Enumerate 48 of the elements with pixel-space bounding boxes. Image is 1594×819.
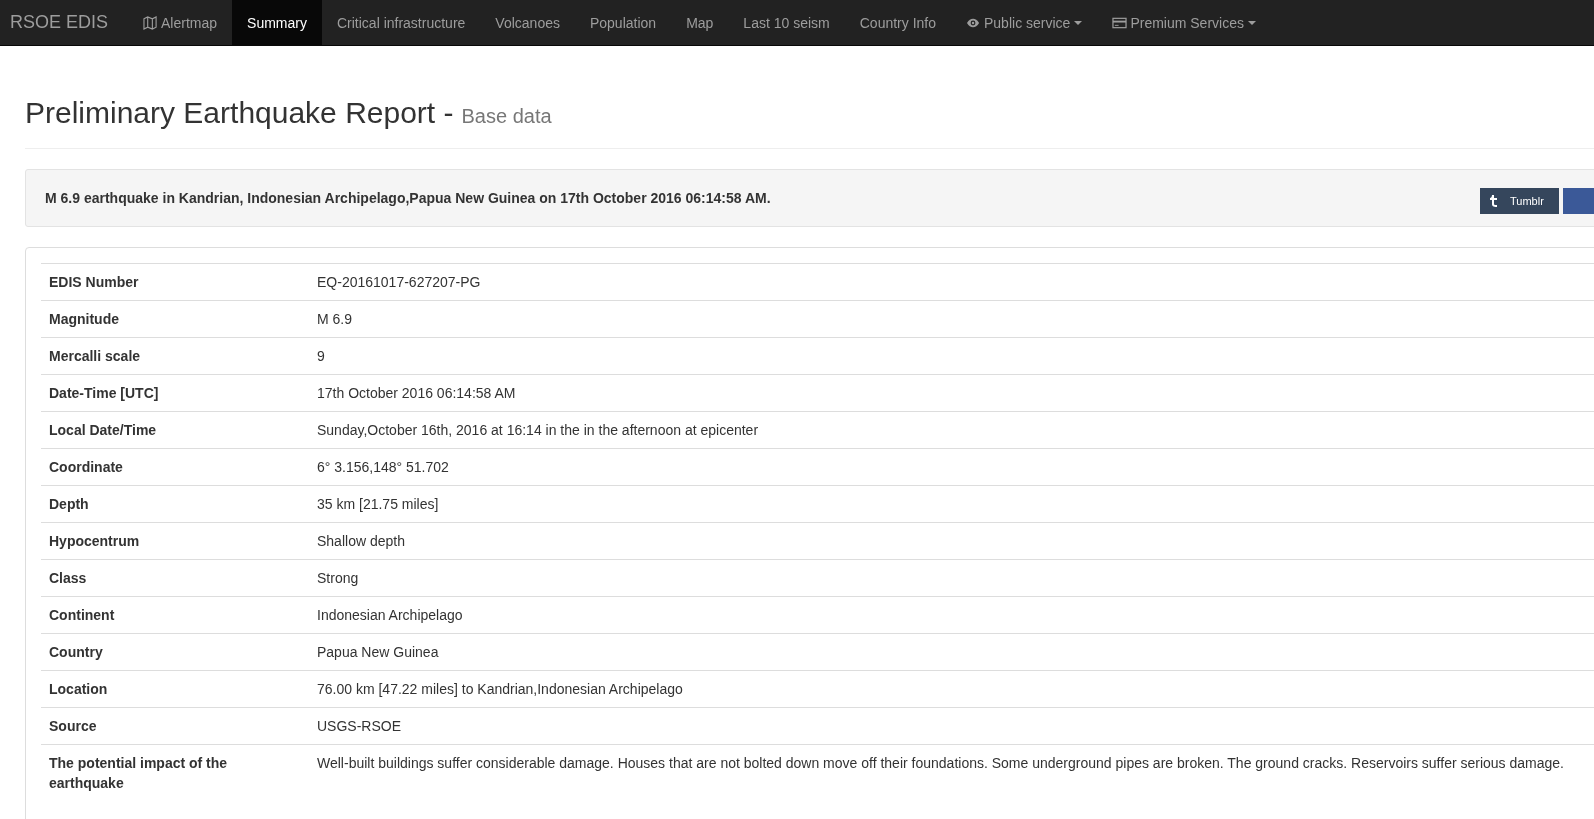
row-value: 17th October 2016 06:14:58 AM (309, 374, 1594, 412)
row-label: Hypocentrum (41, 522, 309, 560)
row-label: The potential impact of the earthquake (41, 744, 309, 803)
nav-link[interactable]: Critical infrastructure (321, 0, 481, 45)
row-label: Class (41, 559, 309, 597)
page-title: Preliminary Earthquake Report - (25, 96, 454, 130)
row-label: Magnitude (41, 300, 309, 338)
row-value: M 6.9 (309, 300, 1594, 338)
tumblr-icon (1490, 195, 1498, 207)
row-label: Continent (41, 596, 309, 634)
row-value: Papua New Guinea (309, 633, 1594, 671)
row-value: 6° 3.156,148° 51.702 (309, 448, 1594, 486)
nav-link[interactable]: Volcanoes (480, 0, 575, 45)
page-subtitle: Base data (461, 105, 552, 128)
tumblr-share-button[interactable]: Tumblr (1480, 188, 1559, 214)
row-value: 76.00 km [47.22 miles] to Kandrian,Indonesian Archipelago (309, 670, 1594, 708)
row-value: Strong (309, 559, 1594, 597)
dropdown-menu-link[interactable]: Public service (951, 0, 1098, 45)
brand-link[interactable]: RSOE EDIS (0, 0, 124, 45)
row-label: Mercalli scale (41, 337, 309, 375)
row-label: Local Date/Time (41, 411, 309, 449)
row-value: Well-built buildings suffer considerable damage. Houses that are not bolted down move off their foundations. Some underground pipes are broken. The ground cracks. Reservoirs suffer serious damage. (309, 744, 1594, 803)
nav-link[interactable]: Last 10 seism (728, 0, 845, 45)
row-value: Sunday,October 16th, 2016 at 16:14 in the in the afternoon at epicenter (309, 411, 1594, 449)
dropdown-menu-link[interactable]: Premium Services (1097, 0, 1271, 45)
row-value: Indonesian Archipelago (309, 596, 1594, 634)
row-value: 35 km [21.75 miles] (309, 485, 1594, 523)
row-value: EQ-20161017-627207-PG (309, 263, 1594, 301)
nav-link[interactable]: Population (574, 0, 672, 45)
row-label: EDIS Number (41, 263, 309, 301)
row-label: Depth (41, 485, 309, 523)
caret-icon (1074, 20, 1083, 25)
row-value: USGS-RSOE (309, 707, 1594, 745)
row-label: Date-Time [UTC] (41, 374, 309, 412)
credit-card-icon (1112, 15, 1128, 30)
nav-link[interactable]: Summary (232, 0, 322, 45)
row-label: Coordinate (41, 448, 309, 486)
nav-link[interactable]: Alertmap (128, 0, 233, 45)
nav-link[interactable]: Country Info (844, 0, 951, 45)
caret-icon (1247, 20, 1256, 25)
row-value: 9 (309, 337, 1594, 375)
row-value: Shallow depth (309, 522, 1594, 560)
row-label: Country (41, 633, 309, 671)
map-icon (143, 15, 159, 30)
row-label: Source (41, 707, 309, 745)
summary-text: M 6.9 earthquake in Kandrian, Indonesian Archipelago,Papua New Guinea on 17th October 2016 06:14:58 AM. (45, 190, 771, 206)
nav-link[interactable]: Map (671, 0, 729, 45)
row-label: Location (41, 670, 309, 708)
